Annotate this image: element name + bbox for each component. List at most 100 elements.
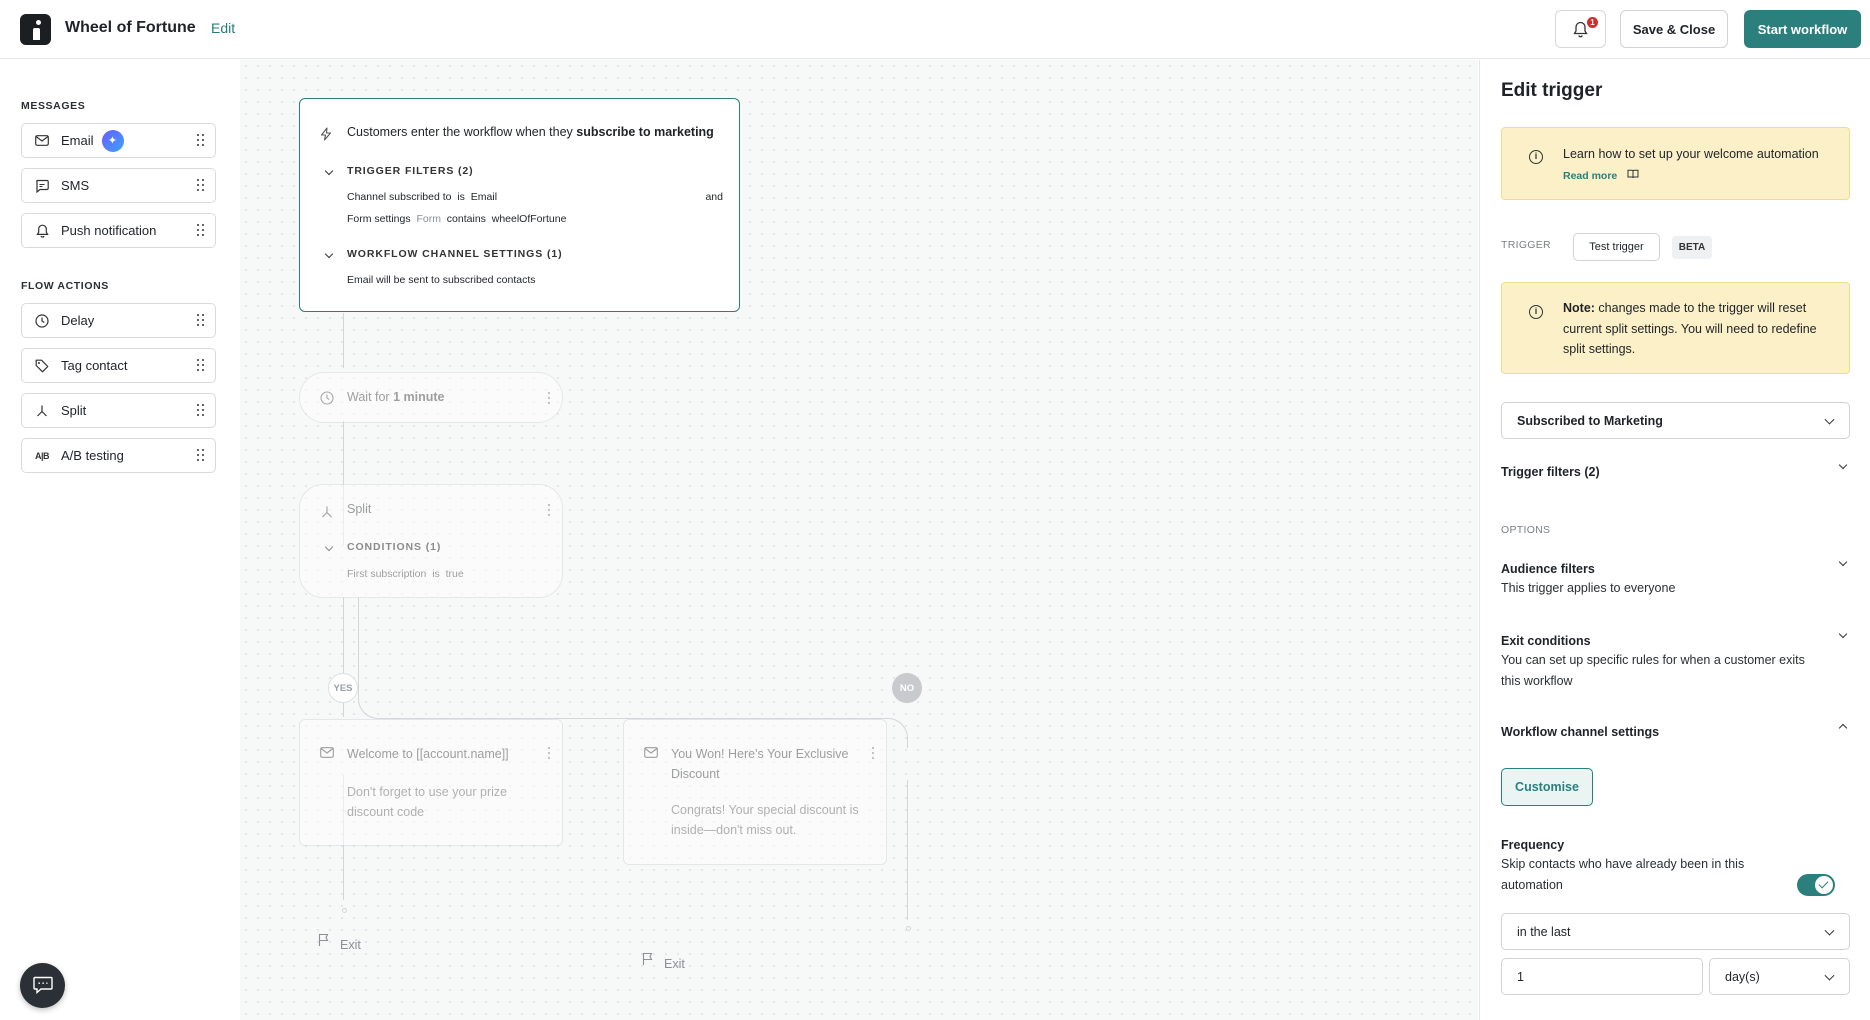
- trigger-description: Customers enter the workflow when they s…: [347, 125, 714, 139]
- info-icon: i: [1529, 305, 1543, 319]
- more-options-icon[interactable]: [547, 392, 551, 404]
- exit-conditions-description: You can set up specific rules for when a…: [1501, 653, 1805, 688]
- palette-item-tag-contact[interactable]: Tag contact: [21, 348, 216, 383]
- connector-branch: [358, 597, 658, 719]
- trigger-node[interactable]: Customers enter the workflow when they s…: [299, 98, 740, 312]
- chat-support-button[interactable]: [20, 963, 65, 1008]
- ab-icon: A|B: [34, 450, 50, 461]
- wait-node[interactable]: Wait for 1 minute: [299, 372, 563, 423]
- app-logo[interactable]: [20, 14, 51, 45]
- chat-icon: [33, 976, 53, 994]
- mail-icon: [34, 133, 50, 149]
- messages-heading: MESSAGES: [21, 100, 86, 112]
- chevron-down-icon[interactable]: [324, 166, 334, 176]
- chevron-down-icon[interactable]: [324, 542, 334, 552]
- trigger-filter-row: Channel subscribed to is Email: [347, 191, 498, 203]
- chevron-down-icon[interactable]: [1838, 460, 1848, 470]
- lightning-icon: [320, 127, 332, 141]
- email-preview: Congrats! Your special discount is insid…: [671, 803, 859, 837]
- save-close-button[interactable]: Save & Close: [1620, 10, 1728, 48]
- bell-icon: [34, 223, 50, 239]
- component-palette: MESSAGES Email ✦ SMS Push notification F…: [0, 60, 240, 1020]
- workflow-canvas[interactable]: Customers enter the workflow when they s…: [240, 60, 1478, 1020]
- more-options-icon[interactable]: [547, 747, 551, 759]
- channel-settings-heading[interactable]: WORKFLOW CHANNEL SETTINGS (1): [347, 248, 562, 260]
- trigger-filters-heading[interactable]: TRIGGER FILTERS (2): [347, 165, 474, 177]
- trigger-type-select[interactable]: Subscribed to Marketing: [1501, 402, 1850, 439]
- mail-icon: [644, 747, 658, 758]
- chevron-up-icon[interactable]: [1838, 723, 1848, 733]
- clock-icon: [34, 313, 50, 329]
- palette-item-label: Email: [61, 133, 94, 148]
- palette-item-label: SMS: [61, 178, 90, 193]
- palette-item-label: Delay: [61, 313, 95, 328]
- drag-handle-icon[interactable]: [197, 134, 205, 148]
- palette-item-delay[interactable]: Delay: [21, 303, 216, 338]
- email-node-discount[interactable]: You Won! Here's Your Exclusive Discount …: [623, 719, 887, 865]
- flow-actions-heading: FLOW ACTIONS: [21, 280, 109, 292]
- flag-icon: [642, 952, 653, 965]
- customise-button[interactable]: Customise: [1501, 768, 1593, 806]
- chevron-down-icon[interactable]: [324, 249, 334, 259]
- drag-handle-icon[interactable]: [197, 314, 205, 328]
- connector-dot: [342, 908, 347, 913]
- wait-label: Wait for 1 minute: [347, 390, 445, 404]
- trigger-filters-accordion[interactable]: Trigger filters (2): [1501, 465, 1600, 479]
- frequency-toggle[interactable]: [1797, 874, 1835, 896]
- trigger-filter-row: Form settings Form contains wheelOfFortu…: [347, 213, 567, 225]
- split-node[interactable]: Split CONDITIONS (1) First subscription …: [299, 484, 563, 598]
- audience-filters-description: This trigger applies to everyone: [1501, 581, 1676, 595]
- palette-item-sms[interactable]: SMS: [21, 168, 216, 203]
- beta-badge: BETA: [1672, 236, 1712, 259]
- notifications-button[interactable]: 1: [1555, 10, 1606, 48]
- exit-node-yes: Exit: [318, 933, 361, 952]
- period-value-input[interactable]: 1: [1501, 958, 1703, 995]
- palette-item-push-notification[interactable]: Push notification: [21, 213, 216, 248]
- connector-line: [907, 780, 908, 920]
- audience-filters-accordion[interactable]: Audience filters: [1501, 562, 1595, 576]
- edit-title-link[interactable]: Edit: [211, 20, 235, 36]
- chevron-down-icon[interactable]: [1838, 557, 1848, 567]
- more-options-icon[interactable]: [547, 504, 551, 516]
- period-unit-select[interactable]: day(s): [1709, 958, 1850, 995]
- chevron-down-icon: [1824, 925, 1835, 936]
- warning-text: Note: changes made to the trigger will r…: [1563, 301, 1817, 356]
- bell-icon: [1573, 21, 1588, 38]
- panel-title: Edit trigger: [1501, 80, 1603, 101]
- condition-row: First subscription is true: [347, 568, 464, 580]
- more-options-icon[interactable]: [871, 747, 875, 759]
- split-icon: [322, 506, 332, 518]
- notification-badge: 1: [1587, 17, 1598, 28]
- palette-item-ab-testing[interactable]: A|B A/B testing: [21, 438, 216, 473]
- email-node-welcome[interactable]: Welcome to [[account.name]] Don't forget…: [299, 719, 563, 846]
- chevron-down-icon[interactable]: [1838, 629, 1848, 639]
- top-bar: Wheel of Fortune Edit 1 Save & Close Sta…: [0, 0, 1870, 59]
- check-icon: [1815, 876, 1833, 894]
- split-title: Split: [347, 502, 372, 516]
- edit-trigger-panel: Edit trigger i Learn how to set up your …: [1479, 60, 1870, 1020]
- palette-item-email[interactable]: Email ✦: [21, 123, 216, 158]
- drag-handle-icon[interactable]: [197, 179, 205, 193]
- drag-handle-icon[interactable]: [197, 359, 205, 373]
- drag-handle-icon[interactable]: [197, 224, 205, 238]
- warning-note: i Note: changes made to the trigger will…: [1501, 282, 1850, 374]
- test-trigger-button[interactable]: Test trigger: [1573, 233, 1660, 261]
- conditions-heading[interactable]: CONDITIONS (1): [347, 541, 441, 553]
- exit-conditions-accordion[interactable]: Exit conditions: [1501, 634, 1591, 648]
- split-icon: [34, 403, 50, 419]
- read-more-link[interactable]: Read more: [1563, 170, 1617, 182]
- period-select[interactable]: in the last: [1501, 913, 1850, 950]
- palette-item-split[interactable]: Split: [21, 393, 216, 428]
- start-workflow-button[interactable]: Start workflow: [1744, 10, 1861, 48]
- drag-handle-icon[interactable]: [197, 404, 205, 418]
- help-text: Learn how to set up your welcome automat…: [1563, 147, 1819, 182]
- yes-branch-label: YES: [328, 673, 358, 703]
- palette-item-label: Tag contact: [61, 358, 128, 373]
- workflow-title: Wheel of Fortune: [65, 19, 196, 36]
- exit-node-no: Exit: [642, 952, 685, 971]
- email-title: You Won! Here's Your Exclusive Discount: [671, 747, 849, 781]
- clock-icon: [320, 391, 334, 405]
- drag-handle-icon[interactable]: [197, 449, 205, 463]
- help-note: i Learn how to set up your welcome autom…: [1501, 127, 1850, 200]
- channel-settings-accordion[interactable]: Workflow channel settings: [1501, 725, 1659, 739]
